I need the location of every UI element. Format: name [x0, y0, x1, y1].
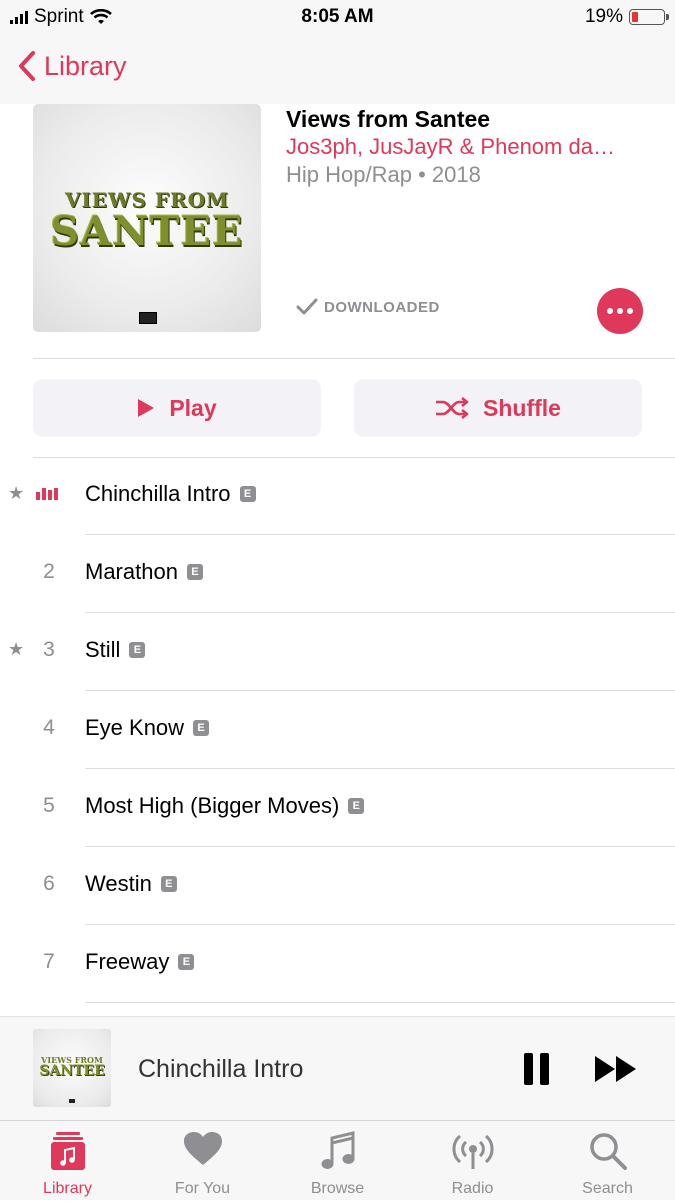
- tab-browse-label: Browse: [310, 1180, 365, 1197]
- tab-for-you[interactable]: For You: [135, 1121, 270, 1201]
- play-icon: [138, 399, 155, 417]
- explicit-badge: E: [178, 954, 195, 970]
- album-genre-year: Hip Hop/Rap • 2018: [286, 162, 481, 187]
- track-title: Eye Know: [85, 715, 185, 740]
- back-label: Library: [44, 50, 127, 81]
- tab-browse[interactable]: Browse: [270, 1121, 405, 1201]
- pause-button[interactable]: [524, 1053, 554, 1085]
- ellipsis-icon: [607, 308, 613, 314]
- music-note-icon: [270, 1131, 405, 1173]
- track-number: 3: [43, 638, 55, 661]
- fast-forward-icon: [595, 1056, 636, 1082]
- next-track-button[interactable]: [594, 1055, 638, 1088]
- tab-library-label: Library: [43, 1180, 92, 1197]
- track-row[interactable]: ★ 3 Still E: [0, 613, 675, 691]
- mini-parental-advisory-label: [69, 1099, 75, 1103]
- track-title-wrap: Westin E: [85, 871, 177, 897]
- track-title: Marathon: [85, 559, 178, 584]
- tab-radio-label: Radio: [451, 1180, 494, 1197]
- track-title: Still: [85, 637, 121, 662]
- track-title-wrap: Marathon E: [85, 559, 203, 585]
- now-playing-icon: [36, 488, 58, 500]
- explicit-badge: E: [239, 486, 256, 502]
- track-title-wrap: Eye Know E: [85, 715, 210, 741]
- download-status-label: DOWNLOADED: [324, 298, 440, 316]
- track-title-wrap: Chinchilla Intro E: [85, 481, 256, 507]
- track-title-wrap: Freeway E: [85, 949, 195, 975]
- track-number: 4: [43, 716, 55, 739]
- explicit-badge: E: [193, 720, 210, 736]
- shuffle-button[interactable]: Shuffle: [354, 379, 642, 437]
- track-row[interactable]: 6 Westin E: [0, 847, 675, 925]
- header-divider: [33, 358, 675, 359]
- pause-icon: [524, 1053, 533, 1085]
- ellipsis-dot: [617, 308, 623, 314]
- mini-artwork-text-main: SANTEE: [39, 1063, 105, 1079]
- album-title: Views from Santee: [286, 106, 491, 132]
- explicit-badge: E: [186, 564, 203, 580]
- battery-percent: 19%: [584, 6, 623, 27]
- parental-advisory-label: [139, 312, 157, 324]
- play-label: Play: [169, 394, 217, 421]
- track-number: 2: [43, 560, 55, 583]
- mini-player-title: Chinchilla Intro: [138, 1055, 304, 1083]
- explicit-badge: E: [129, 642, 146, 658]
- star-icon: ★: [8, 639, 25, 659]
- artwork-text-main: SANTEE: [50, 208, 244, 255]
- status-bar: Sprint 8:05 AM 19%: [0, 0, 675, 36]
- track-number: 6: [43, 872, 55, 895]
- album-artwork: VIEWS FROM SANTEE: [33, 104, 261, 332]
- tab-search[interactable]: Search: [540, 1121, 675, 1201]
- pause-icon-bar: [540, 1053, 549, 1085]
- track-title: Westin: [85, 871, 152, 896]
- status-right: 19%: [584, 6, 669, 28]
- track-title: Freeway: [85, 949, 170, 974]
- explicit-badge: E: [160, 876, 177, 892]
- shuffle-icon: [436, 397, 469, 419]
- checkmark-icon: [296, 298, 318, 315]
- shuffle-label: Shuffle: [483, 394, 561, 421]
- tab-search-label: Search: [582, 1180, 633, 1197]
- tab-for-you-label: For You: [174, 1180, 231, 1197]
- ellipsis-dot: [627, 308, 633, 314]
- track-title-wrap: Still E: [85, 637, 146, 663]
- mini-player[interactable]: VIEWS FROM SANTEE Chinchilla Intro: [0, 1016, 675, 1120]
- heart-icon: [135, 1131, 270, 1173]
- chevron-left-icon: [19, 51, 35, 81]
- row-separator: [85, 1002, 675, 1003]
- radio-icon: [405, 1131, 540, 1173]
- battery-fill: [632, 12, 638, 22]
- library-icon: [0, 1131, 135, 1173]
- tab-library[interactable]: Library: [0, 1121, 135, 1201]
- star-icon: ★: [8, 483, 25, 503]
- track-row[interactable]: 5 Most High (Bigger Moves) E: [0, 769, 675, 847]
- track-title-wrap: Most High (Bigger Moves) E: [85, 793, 365, 819]
- track-row[interactable]: 7 Freeway E: [0, 925, 675, 1003]
- track-number: 7: [43, 950, 55, 973]
- more-options-button[interactable]: [597, 288, 643, 334]
- track-number: 5: [43, 794, 55, 817]
- track-title: Chinchilla Intro: [85, 481, 231, 506]
- track-row[interactable]: ★ Chinchilla Intro E: [0, 457, 675, 535]
- track-row[interactable]: 2 Marathon E: [0, 535, 675, 613]
- explicit-badge: E: [348, 798, 365, 814]
- search-icon: [540, 1131, 675, 1173]
- tab-bar: Library For You Browse Radio Search: [0, 1120, 675, 1200]
- status-time: 8:05 AM: [301, 6, 374, 27]
- track-row[interactable]: 4 Eye Know E: [0, 691, 675, 769]
- download-status: DOWNLOADED: [296, 298, 440, 316]
- battery-icon: [629, 9, 669, 25]
- mini-player-artwork: VIEWS FROM SANTEE: [33, 1029, 111, 1107]
- play-button[interactable]: Play: [33, 379, 321, 437]
- track-title: Most High (Bigger Moves): [85, 793, 340, 818]
- tab-radio[interactable]: Radio: [405, 1121, 540, 1201]
- album-artist-link[interactable]: Jos3ph, JusJayR & Phenom da…: [286, 134, 646, 160]
- back-button[interactable]: Library: [18, 50, 127, 82]
